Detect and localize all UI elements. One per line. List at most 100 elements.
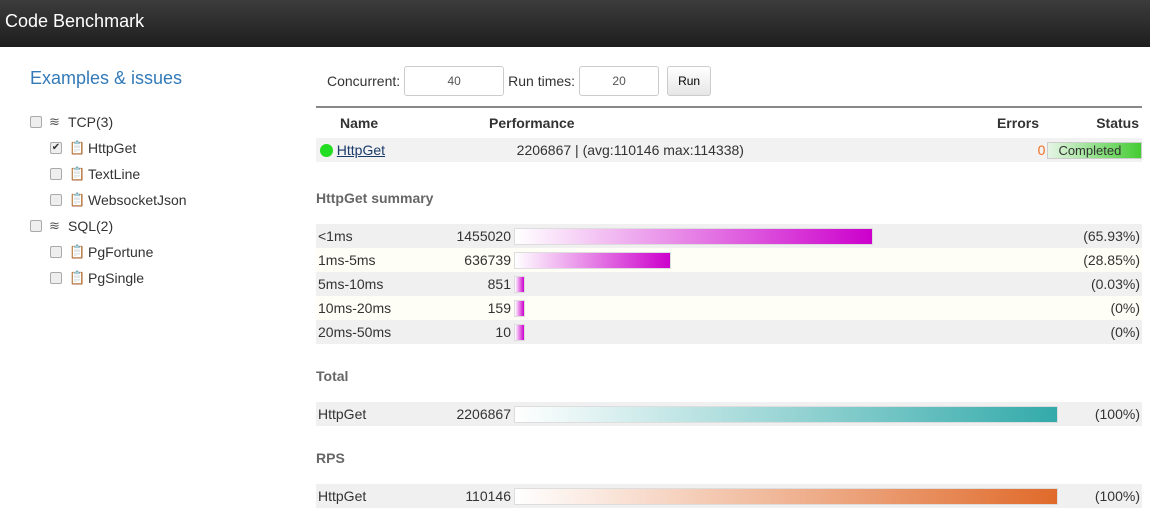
bar-row: 5ms-10ms 851 (0.03%): [316, 272, 1142, 296]
bar-label: 20ms-50ms: [318, 324, 392, 340]
tree-label: TCP(3): [68, 114, 114, 130]
header-status: Status: [1096, 115, 1139, 131]
controls-bar: Concurrent: Run times: Run: [316, 66, 1142, 96]
bar-value: 2206867: [456, 406, 511, 422]
status-badge: Completed: [1047, 141, 1142, 159]
summary-sections: HttpGet summary <1ms 1455020 (65.93%) 1ms-5m…: [316, 190, 1142, 508]
runtimes-label: Run times:: [508, 73, 576, 89]
bar-row: HttpGet 2206867 (100%): [316, 402, 1142, 426]
tree-label: WebsocketJson: [88, 192, 187, 208]
results-header: Name Performance Errors Status: [316, 108, 1142, 138]
tree-item-example[interactable]: 📋 TextLine: [30, 161, 300, 187]
checkbox[interactable]: [50, 194, 62, 206]
app-title-bar: Code Benchmark: [0, 0, 1150, 47]
tree-label: PgFortune: [88, 244, 154, 260]
bar-percent: (28.85%): [1083, 252, 1140, 268]
tree-item-example[interactable]: 📋 WebsocketJson: [30, 187, 300, 213]
checkbox[interactable]: [30, 220, 42, 232]
bar-row: 10ms-20ms 159 (0%): [316, 296, 1142, 320]
bar-label: 1ms-5ms: [318, 252, 376, 268]
run-button[interactable]: Run: [667, 66, 712, 96]
tree-group[interactable]: ≋ TCP(3): [30, 109, 300, 135]
runtimes-input[interactable]: [579, 66, 660, 96]
bar-list: HttpGet 2206867 (100%): [316, 402, 1142, 426]
bar-percent: (0%): [1110, 324, 1140, 340]
bar-label: 5ms-10ms: [318, 276, 384, 292]
bar-row: <1ms 1455020 (65.93%): [316, 224, 1142, 248]
bar-percent: (65.93%): [1083, 228, 1140, 244]
bar-list: HttpGet 110146 (100%): [316, 484, 1142, 508]
bar-fill: [514, 323, 525, 341]
checkbox[interactable]: [50, 272, 62, 284]
bar-value: 159: [487, 300, 511, 316]
bar-label: HttpGet: [318, 488, 367, 504]
clipboard-list-icon: 📋: [69, 140, 86, 155]
bar-value: 851: [487, 276, 511, 292]
section-title: RPS: [316, 450, 345, 466]
checkbox[interactable]: [50, 246, 62, 258]
layers-icon: ≋: [49, 114, 60, 129]
header-errors: Errors: [996, 115, 1039, 131]
layers-icon: ≋: [49, 218, 60, 233]
bar-fill: [514, 251, 671, 269]
bar-fill: [514, 487, 1058, 505]
bar-row: HttpGet 110146 (100%): [316, 484, 1142, 508]
bar-fill: [514, 227, 873, 245]
bar-percent: (100%): [1094, 406, 1140, 422]
section-title: HttpGet summary: [316, 190, 434, 206]
tree-group[interactable]: ≋ SQL(2): [30, 213, 300, 239]
bar-track: [514, 487, 1058, 505]
main-panel: Concurrent: Run times: Run Name Performa…: [316, 66, 1142, 508]
app-title: Code Benchmark: [5, 11, 145, 31]
bar-value: 10: [495, 324, 511, 340]
sidebar-title: Examples & issues: [30, 68, 183, 88]
bar-value: 636739: [464, 252, 511, 268]
bar-track: [514, 299, 1058, 317]
result-performance: 2206867 | (avg:110146 max:114338): [516, 142, 744, 158]
result-name-link[interactable]: HttpGet: [337, 142, 517, 158]
bar-fill: [514, 275, 525, 293]
concurrent-input[interactable]: [404, 66, 505, 96]
clipboard-list-icon: 📋: [69, 192, 86, 207]
bar-value: 110146: [465, 488, 511, 504]
examples-tree: ≋ TCP(3) ✔ 📋 HttpGet 📋 TextLine 📋 WebsocketJson ≋…: [30, 109, 300, 291]
bar-label: 10ms-20ms: [318, 300, 392, 316]
bar-track: [514, 323, 1058, 341]
header-name: Name: [340, 115, 379, 131]
bar-fill: [514, 299, 525, 317]
bar-list: <1ms 1455020 (65.93%) 1ms-5ms 636739 (28.85%)…: [316, 224, 1142, 344]
bar-percent: (0%): [1110, 300, 1140, 316]
clipboard-list-icon: 📋: [69, 166, 86, 181]
section-title: Total: [316, 368, 349, 384]
tree-item-example[interactable]: ✔ 📋 HttpGet: [30, 135, 300, 161]
bar-row: 1ms-5ms 636739 (28.85%): [316, 248, 1142, 272]
tree-label: PgSingle: [88, 270, 145, 286]
checkbox[interactable]: [30, 116, 42, 128]
bar-track: [514, 227, 1058, 245]
bar-track: [514, 275, 1058, 293]
checkbox[interactable]: ✔: [50, 142, 62, 154]
bar-fill: [514, 405, 1058, 423]
checkbox[interactable]: [50, 168, 62, 180]
header-performance: Performance: [489, 115, 575, 131]
tree-label: TextLine: [88, 166, 141, 182]
bar-track: [514, 251, 1058, 269]
bar-label: <1ms: [318, 228, 353, 244]
bar-label: HttpGet: [318, 406, 367, 422]
tree-item-example[interactable]: 📋 PgFortune: [30, 239, 300, 265]
concurrent-label: Concurrent:: [327, 73, 401, 89]
bar-value: 1455020: [456, 228, 511, 244]
result-row: HttpGet 2206867 | (avg:110146 max:114338…: [316, 138, 1142, 162]
result-errors: 0: [1037, 142, 1046, 158]
clipboard-list-icon: 📋: [69, 244, 86, 259]
sidebar: Examples & issues ≋ TCP(3) ✔ 📋 HttpGet 📋 TextL…: [30, 68, 300, 291]
tree-item-example[interactable]: 📋 PgSingle: [30, 265, 300, 291]
bar-row: 20ms-50ms 10 (0%): [316, 320, 1142, 344]
bar-track: [514, 405, 1058, 423]
clipboard-list-icon: 📋: [69, 270, 86, 285]
tree-label: SQL(2): [68, 218, 114, 234]
bar-percent: (100%): [1094, 488, 1140, 504]
bar-percent: (0.03%): [1090, 276, 1140, 292]
status-dot-icon: [320, 143, 333, 157]
tree-label: HttpGet: [88, 140, 137, 156]
